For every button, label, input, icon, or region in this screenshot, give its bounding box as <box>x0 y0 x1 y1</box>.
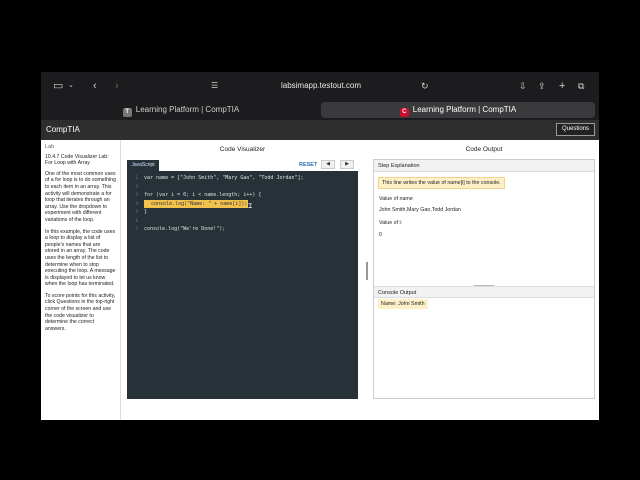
app-header: CompTIA Questions <box>41 120 599 140</box>
code-line: 1 var name = ["John Smith", "Mary Gao", "… <box>127 174 358 183</box>
browser-toolbar: ▭ ⌄ ‹ › ☰ labsimapp.testout.com ↻ ⇩ ⇪ + … <box>41 72 599 100</box>
back-icon[interactable]: ‹ <box>93 78 97 94</box>
line-number: 6 <box>135 217 138 223</box>
step-forward-button[interactable]: ▶ <box>340 160 354 169</box>
code-text-highlighted: console.log("Name: " + name[i]); <box>144 199 249 208</box>
download-icon[interactable]: ⇩ <box>519 78 527 94</box>
console-output-line: Name: John Smith <box>378 299 428 309</box>
tab-label: Learning Platform | CompTIA <box>135 105 240 114</box>
lab-paragraph: In this example, the code uses a loop to… <box>45 228 116 288</box>
lab-instructions-pane: Lab 10.4.7 Code Visualizer Lab: For Loop… <box>41 140 121 420</box>
variable-value: 0 <box>379 232 382 238</box>
share-icon[interactable]: ⇪ <box>538 78 546 94</box>
code-output-title: Code Output <box>465 146 503 153</box>
chevron-down-icon[interactable]: ⌄ <box>68 78 74 94</box>
variable-label: Value of i: <box>379 220 403 226</box>
code-line: 3 for (var i = 0; i < name.length; i++) { <box>127 191 358 200</box>
code-lines: 1 var name = ["John Smith", "Mary Gao", "… <box>127 174 358 234</box>
code-editor[interactable]: JavaScript RESET ◀ ▶ 1 var name = ["John … <box>127 159 358 399</box>
console-output-header: Console Output <box>374 286 594 298</box>
tab-label: Learning Platform | CompTIA <box>412 105 517 114</box>
line-number: 3 <box>135 192 138 197</box>
sidebar-icon[interactable]: ▭ <box>53 78 63 94</box>
comptia-favicon-icon: C <box>399 108 409 117</box>
code-text: var name = ["John Smith", "Mary Gao", "T… <box>144 175 304 181</box>
code-line-highlighted: 4 console.log("Name: " + name[i]); ⌶ <box>127 199 358 210</box>
address-bar[interactable]: labsimapp.testout.com <box>201 77 441 95</box>
code-visualizer-title: Code Visualizer <box>219 146 266 153</box>
testout-favicon-icon: T <box>122 108 132 117</box>
questions-button[interactable]: Questions <box>555 123 595 136</box>
step-explanation-header: Step Explanation <box>374 160 594 172</box>
code-text: for (var i = 0; i < name.length; i++) { <box>144 192 262 198</box>
lab-paragraph: One of the most common uses of a for loo… <box>45 170 116 223</box>
code-text: } <box>144 209 148 215</box>
language-tab[interactable]: JavaScript <box>127 160 159 171</box>
browser-window: ▭ ⌄ ‹ › ☰ labsimapp.testout.com ↻ ⇩ ⇪ + … <box>41 72 599 420</box>
lab-paragraph: To score points for this activity, click… <box>45 292 116 332</box>
tab-learning-platform-2[interactable]: C Learning Platform | CompTIA <box>321 102 595 118</box>
line-number: 2 <box>135 183 138 189</box>
code-output-panel: Step Explanation This line writes the va… <box>373 159 595 399</box>
step-back-button[interactable]: ◀ <box>321 160 335 169</box>
variable-label: Value of name <box>379 196 413 202</box>
code-text: console.log("We're Done!"); <box>144 226 226 232</box>
editor-toolbar: JavaScript RESET ◀ ▶ <box>127 159 358 171</box>
code-line: 5} <box>127 208 358 217</box>
new-tab-icon[interactable]: + <box>559 78 565 94</box>
code-line: 7 console.log("We're Done!"); <box>127 225 358 234</box>
reload-icon[interactable]: ↻ <box>421 78 429 94</box>
line-number: 4 <box>135 200 138 206</box>
forward-icon[interactable]: › <box>115 78 119 94</box>
brand-logo: CompTIA <box>46 125 80 134</box>
step-explanation-text: This line writes the value of name[i] to… <box>378 177 505 189</box>
line-number: 5 <box>135 209 138 214</box>
lab-title: 10.4.7 Code Visualizer Lab: For Loop wit… <box>45 153 109 167</box>
line-number: 1 <box>135 175 138 180</box>
tab-bar: T Learning Platform | CompTIA C Learning P… <box>41 100 599 120</box>
reset-button[interactable]: RESET <box>299 161 317 169</box>
code-line: 2 <box>127 183 358 192</box>
tab-learning-platform-1[interactable]: T Learning Platform | CompTIA <box>45 102 317 118</box>
line-number: 7 <box>135 226 138 231</box>
variable-value: John Smith,Mary Gao,Todd Jordan <box>379 207 461 213</box>
code-line: 6 <box>127 217 358 226</box>
pane-resize-handle[interactable] <box>366 262 368 280</box>
url-text: labsimapp.testout.com <box>280 81 362 90</box>
tab-overview-icon[interactable]: ⧉ <box>578 78 584 94</box>
lab-section-label: Lab <box>45 144 55 150</box>
